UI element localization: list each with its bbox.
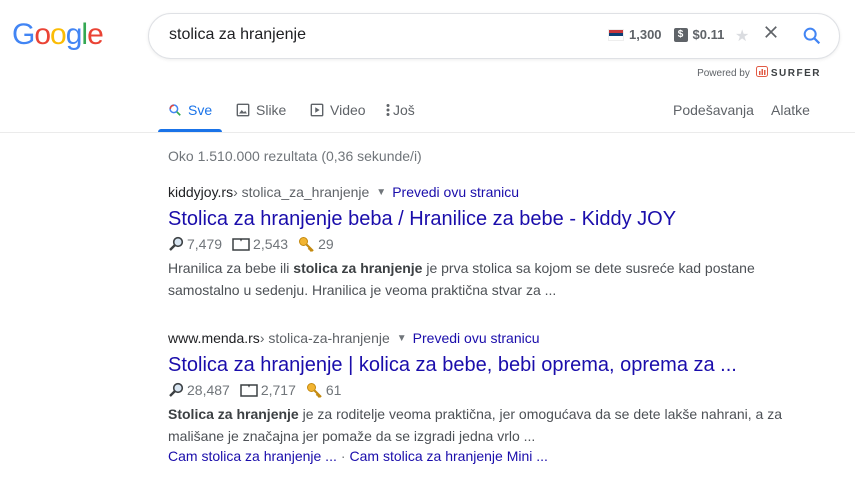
caret-down-icon[interactable]: ▼ [376, 187, 386, 198]
book-icon [240, 384, 258, 397]
result-url[interactable]: www.menda.rs › stolica-za-hranjenje ▼ Pr… [168, 330, 808, 346]
serbia-flag-icon [608, 28, 624, 41]
key-icon [299, 236, 314, 252]
star-icon[interactable]: ★ [735, 26, 749, 46]
powered-by-label: Powered by [697, 67, 750, 79]
tab-all[interactable]: Sve [168, 102, 212, 118]
result-title[interactable]: Stolica za hranjenje beba / Hranilice za… [168, 206, 808, 232]
tools-label: Alatke [771, 102, 810, 118]
result-path: › stolica_za_hranjenje [233, 184, 370, 200]
search-tabs: Sve Slike Video Još Podešavanja Alatke [0, 92, 855, 133]
keywords-value: 61 [325, 382, 342, 398]
tab-video[interactable]: Video [310, 102, 366, 118]
result-url[interactable]: kiddyjoy.rs › stolica_za_hranjenje ▼ Pre… [168, 184, 808, 200]
pages-metric: 2,543 [232, 236, 288, 252]
dollar-icon: $ [673, 27, 688, 42]
translate-link[interactable]: Prevedi ovu stranicu [413, 330, 540, 346]
surfer-brand: SURFER [770, 67, 821, 79]
result-stats: Oko 1.510.000 rezultata (0,36 sekunde/i) [168, 148, 422, 164]
settings-label: Podešavanja [673, 102, 754, 118]
more-icon [386, 103, 390, 117]
search-result: kiddyjoy.rs › stolica_za_hranjenje ▼ Pre… [168, 184, 808, 301]
settings-link[interactable]: Podešavanja [673, 102, 754, 118]
result-domain: kiddyjoy.rs [168, 184, 234, 200]
key-icon [306, 382, 322, 398]
snippet-text: Hranilica za bebe ili [168, 260, 294, 276]
sitelink[interactable]: Cam stolica za hranjenje Mini ... [350, 448, 548, 464]
result-metrics: 28,487 2,717 61 [168, 380, 808, 400]
keywords-metric: 29 [298, 236, 334, 253]
cpc-value: $0.11 [692, 27, 725, 42]
logo-letter: o [34, 18, 51, 51]
active-tab-indicator [158, 129, 222, 132]
snippet-highlight: Stolica za hranjenje [168, 406, 299, 422]
search-input[interactable] [169, 26, 569, 44]
clear-search-button[interactable] [762, 23, 780, 47]
video-icon [310, 103, 324, 117]
google-logo[interactable]: Google [12, 18, 104, 52]
searches-value: 7,479 [187, 236, 223, 252]
result-metrics: 7,479 2,543 29 [168, 234, 808, 254]
caret-down-icon[interactable]: ▼ [397, 333, 407, 344]
surfer-powered-by[interactable]: Powered by SURFER [697, 66, 821, 80]
sitelink-separator: · [340, 448, 346, 464]
search-button[interactable] [801, 25, 823, 52]
tools-link[interactable]: Alatke [771, 102, 810, 118]
pages-value: 2,543 [253, 236, 289, 252]
searches-metric: 28,487 [168, 382, 230, 398]
search-result: www.menda.rs › stolica-za-hranjenje ▼ Pr… [168, 330, 808, 464]
tab-label: Video [330, 102, 366, 118]
sitelink[interactable]: Cam stolica za hranjenje ... [168, 448, 337, 464]
tab-more[interactable]: Još [386, 102, 415, 118]
magnifier-icon [169, 236, 184, 251]
logo-letter: g [65, 18, 83, 51]
logo-letter: G [12, 18, 35, 51]
tab-label: Slike [256, 102, 287, 118]
surfer-logo-icon [755, 66, 768, 80]
image-icon [236, 103, 250, 117]
sitelinks: Cam stolica za hranjenje ... · Cam stolica… [168, 448, 808, 464]
logo-letter: o [50, 18, 67, 51]
tab-label: Sve [188, 102, 213, 118]
search-volume: 1,300 [629, 27, 662, 42]
logo-letter: e [87, 18, 104, 51]
snippet-highlight: stolica za hranjenje [293, 260, 423, 276]
searches-value: 28,487 [187, 382, 230, 398]
tab-label: Još [393, 102, 415, 118]
search-box[interactable]: 1,300 $ $0.11 ★ [148, 13, 840, 59]
searches-metric: 7,479 [168, 236, 222, 252]
translate-link[interactable]: Prevedi ovu stranicu [392, 184, 519, 200]
result-title[interactable]: Stolica za hranjenje | kolica za bebe, b… [168, 352, 808, 378]
result-domain: www.menda.rs [168, 330, 260, 346]
keywords-value: 29 [318, 236, 334, 252]
pages-metric: 2,717 [240, 382, 296, 398]
close-icon [765, 26, 777, 38]
magnifier-icon [169, 382, 184, 397]
keywords-metric: 61 [306, 382, 342, 399]
search-icon [168, 103, 182, 117]
search-icon [803, 27, 821, 45]
result-path: › stolica-za-hranjenje [259, 330, 390, 346]
tab-images[interactable]: Slike [236, 102, 286, 118]
surfer-metrics: 1,300 $ $0.11 [608, 27, 724, 42]
book-icon [232, 238, 250, 251]
pages-value: 2,717 [260, 382, 296, 398]
result-snippet: Hranilica za bebe ili stolica za hranjen… [168, 257, 808, 301]
result-snippet: Stolica za hranjenje je za roditelje veo… [168, 403, 808, 447]
